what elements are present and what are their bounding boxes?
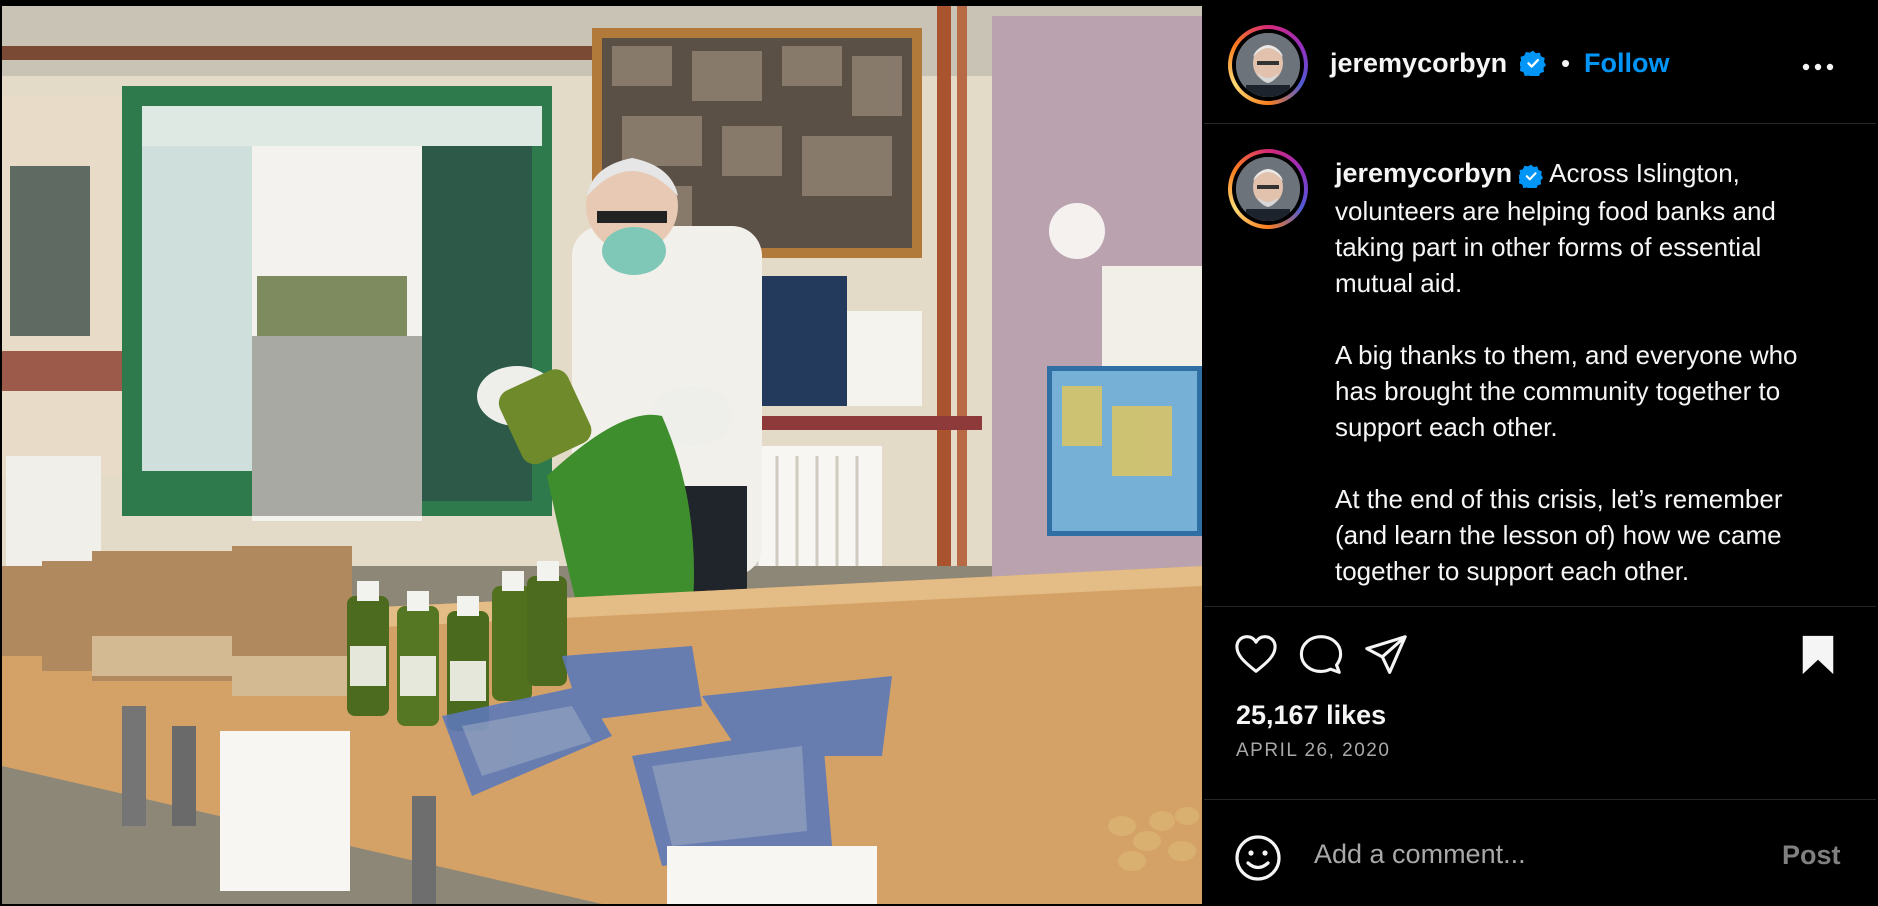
avatar[interactable] — [1228, 25, 1308, 105]
heart-icon[interactable] — [1234, 634, 1278, 679]
follow-button[interactable]: Follow — [1584, 48, 1669, 79]
username-link[interactable]: jeremycorbyn — [1330, 48, 1507, 79]
post-date: APRIL 26, 2020 — [1236, 740, 1391, 761]
caption-avatar[interactable] — [1228, 149, 1308, 229]
share-icon[interactable] — [1364, 634, 1408, 681]
comment-icon[interactable] — [1299, 634, 1343, 681]
post-header: jeremycorbyn • Follow — [1204, 6, 1876, 124]
comment-input[interactable] — [1314, 832, 1754, 876]
separator-dot: • — [1561, 48, 1571, 78]
comment-bar: Post — [1204, 799, 1876, 904]
post-details-panel: jeremycorbyn • Follow jeremycorbyn Acros… — [1204, 6, 1876, 904]
emoji-icon[interactable] — [1234, 834, 1282, 887]
caption-text: Across Islington, volunteers are helping… — [1335, 158, 1798, 587]
instagram-post-modal: jeremycorbyn • Follow jeremycorbyn Acros… — [0, 0, 1878, 906]
action-bar — [1204, 606, 1876, 676]
caption-username-link[interactable]: jeremycorbyn — [1335, 158, 1512, 188]
post-comment-button[interactable]: Post — [1782, 840, 1841, 871]
likes-count[interactable]: 25,167 likes — [1236, 700, 1386, 731]
more-options-icon[interactable] — [1798, 52, 1838, 82]
verified-badge-icon — [1518, 157, 1544, 193]
verified-badge-icon — [1518, 50, 1546, 81]
bookmark-icon[interactable] — [1798, 634, 1838, 681]
post-caption: jeremycorbyn Across Islington, volunteer… — [1335, 155, 1835, 589]
caption-section: jeremycorbyn Across Islington, volunteer… — [1204, 125, 1876, 607]
post-photo[interactable] — [2, 6, 1202, 904]
